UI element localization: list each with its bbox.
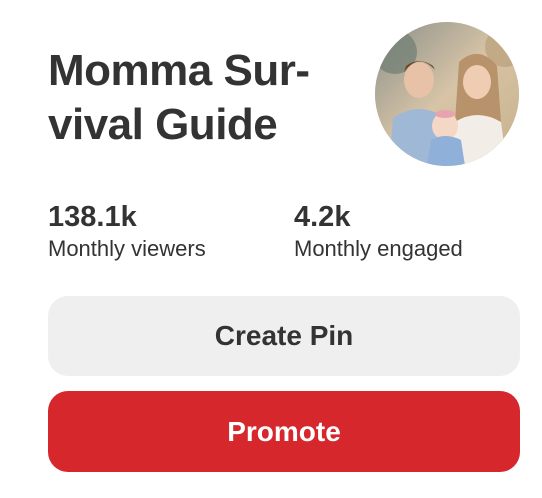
family-photo-avatar-icon xyxy=(375,22,519,166)
stat-monthly-viewers: 138.1k Monthly viewers xyxy=(48,200,206,264)
stat-label: Monthly viewers xyxy=(48,236,206,261)
profile-title: Momma Sur- vival Guide xyxy=(48,44,348,152)
profile-title-line-2: vival Guide xyxy=(48,100,278,149)
stat-value: 4.2k xyxy=(294,201,351,233)
avatar[interactable] xyxy=(375,22,519,166)
promote-button[interactable]: Promote xyxy=(48,391,520,472)
create-pin-button[interactable]: Create Pin xyxy=(48,296,520,376)
profile-card: Momma Sur- vival Guide 138.1k Monthly vi… xyxy=(0,0,542,498)
stat-monthly-engaged: 4.2k Monthly engaged xyxy=(294,200,463,264)
stat-value: 138.1k xyxy=(48,201,137,233)
profile-title-line-1: Momma Sur- xyxy=(48,46,310,95)
stat-label: Monthly engaged xyxy=(294,236,463,261)
